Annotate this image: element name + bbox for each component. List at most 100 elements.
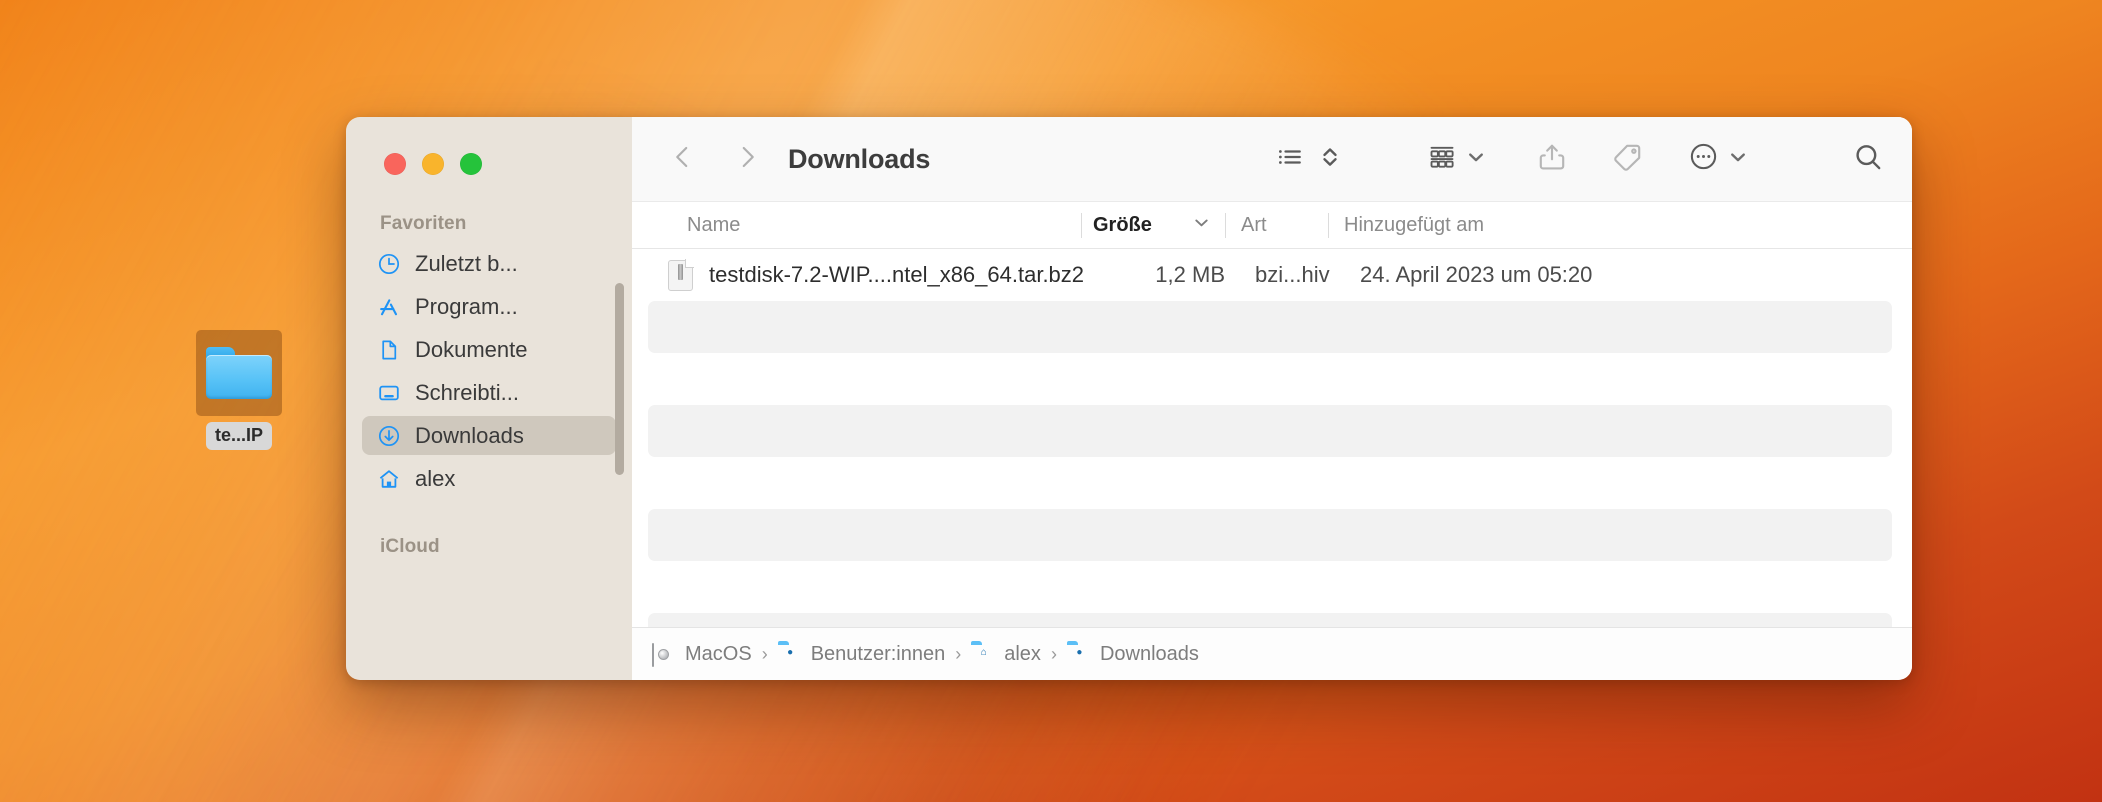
desktop-icon [376,380,402,406]
forward-icon [732,142,762,177]
sidebar-item-alex[interactable]: alex [362,459,616,498]
sidebar-item-label: Schreibti... [415,379,519,405]
sidebar-item-label: alex [415,465,456,491]
chevron-down-icon [1192,213,1211,238]
search-icon [1852,141,1884,178]
sidebar-item-label: Dokumente [415,336,528,362]
sidebar-item-label: Downloads [415,422,524,448]
zoom-button[interactable] [460,153,482,175]
breadcrumb-separator: › [761,643,768,664]
sidebar-section-title-favoriten: Favoriten [380,213,467,234]
file-list[interactable]: testdisk-7.2-WIP....ntel_x86_64.tar.bz2 … [632,249,1912,627]
table-row[interactable]: testdisk-7.2-WIP....ntel_x86_64.tar.bz2 … [648,249,1892,301]
group-view-button[interactable] [1427,137,1457,181]
sidebar-scrollbar[interactable] [615,283,624,475]
column-header-size[interactable]: Größe [1081,202,1225,248]
sort-button[interactable] [1319,137,1341,181]
sidebar-item-dokumente[interactable]: Dokumente [362,330,616,369]
home-icon [376,466,402,492]
clock-icon [376,251,402,277]
users-folder-icon: ● [787,647,794,658]
empty-row [648,561,1892,613]
more-actions-button[interactable] [1688,137,1719,181]
archive-file-icon [668,258,694,291]
back-icon [668,142,698,177]
sidebar-item-zuletzt-benutzt[interactable]: Zuletzt b... [362,244,616,283]
sidebar-item-label: Program... [415,293,518,319]
breadcrumb-label: Benutzer:innen [810,642,946,665]
column-header-label: Art [1241,213,1267,236]
download-icon [376,423,402,449]
breadcrumb-separator: › [955,643,962,664]
sidebar-item-label: Zuletzt b... [415,250,518,276]
list-view-button[interactable] [1275,137,1305,181]
group-controls [1427,137,1486,181]
sidebar-section-title-icloud: iCloud [380,536,440,557]
share-button[interactable] [1536,137,1568,181]
desktop: te...IP Favoriten Zuletzt b... Program..… [0,0,2102,802]
folder-glyph [206,347,272,399]
folder-body [206,355,272,399]
sidebar-item-programme[interactable]: Program... [362,287,616,326]
breadcrumb-label: MacOS [685,642,752,665]
minimize-button[interactable] [422,153,444,175]
empty-row [648,613,1892,627]
tag-icon [1612,141,1644,178]
column-header-label: Name [687,213,741,236]
column-header-label: Hinzugefügt am [1344,213,1485,236]
window-controls [346,117,632,175]
breadcrumb-separator: › [1050,643,1057,664]
column-header-label: Größe [1093,213,1152,236]
sidebar: Favoriten Zuletzt b... Program... Dokume… [346,117,632,680]
share-icon [1536,141,1568,178]
desktop-icon-label: te...IP [205,422,272,450]
downloads-folder-icon: ● [1076,647,1083,658]
sidebar-item-downloads[interactable]: Downloads [362,416,616,455]
appstore-icon [376,294,402,320]
breadcrumb-item-downloads[interactable]: ● Downloads [1067,642,1199,666]
forward-button[interactable] [726,138,768,180]
list-view-icon [1275,142,1305,177]
view-controls [1275,137,1341,181]
group-chevron-button[interactable] [1466,137,1486,181]
empty-row [648,301,1892,353]
desktop-folder-icon-item[interactable]: te...IP [179,330,299,450]
empty-row [648,457,1892,509]
group-view-icon [1427,142,1457,177]
column-header-row: Name Größe Art Hinzugefügt am [632,202,1912,249]
back-button[interactable] [662,138,704,180]
search-button[interactable] [1852,137,1884,181]
breadcrumb-item-macos[interactable]: MacOS [652,642,752,667]
close-button[interactable] [384,153,406,175]
more-chevron-button[interactable] [1728,137,1748,181]
content-pane: Downloads Name Größe Art Hinzugefügt am … [632,117,1912,680]
breadcrumb-item-benutzer[interactable]: ● Benutzer:innen [778,642,946,666]
hard-drive-icon [652,643,676,667]
empty-row [648,509,1892,561]
toolbar: Downloads [632,117,1912,202]
column-header-name[interactable]: Name [632,202,1081,248]
column-header-added[interactable]: Hinzugefügt am [1328,202,1912,248]
chevron-down-icon [1466,147,1486,172]
more-controls [1688,137,1748,181]
finder-window: Favoriten Zuletzt b... Program... Dokume… [346,117,1912,680]
column-header-kind[interactable]: Art [1225,202,1328,248]
empty-row [648,405,1892,457]
document-icon [376,337,402,363]
breadcrumb-label: alex [1004,642,1041,665]
empty-row [648,353,1892,405]
folder-icon[interactable] [196,330,282,416]
file-size-cell: 1,2 MB [1155,262,1225,287]
file-name-cell: testdisk-7.2-WIP....ntel_x86_64.tar.bz2 [648,249,1097,301]
home-folder-icon: ⌂ [980,647,987,658]
file-name: testdisk-7.2-WIP....ntel_x86_64.tar.bz2 [709,262,1085,287]
breadcrumb-item-alex[interactable]: ⌂ alex [971,643,1041,666]
tag-button[interactable] [1612,137,1644,181]
file-added-cell: 24. April 2023 um 05:20 [1360,262,1593,287]
breadcrumb: MacOS › ● Benutzer:innen › ⌂ alex › ● Do… [632,627,1912,680]
breadcrumb-label: Downloads [1099,642,1199,665]
page-title: Downloads [788,143,931,174]
file-kind-cell: bzi...hiv [1255,262,1330,287]
chevron-down-icon [1728,147,1748,172]
sidebar-item-schreibtisch[interactable]: Schreibti... [362,373,616,412]
